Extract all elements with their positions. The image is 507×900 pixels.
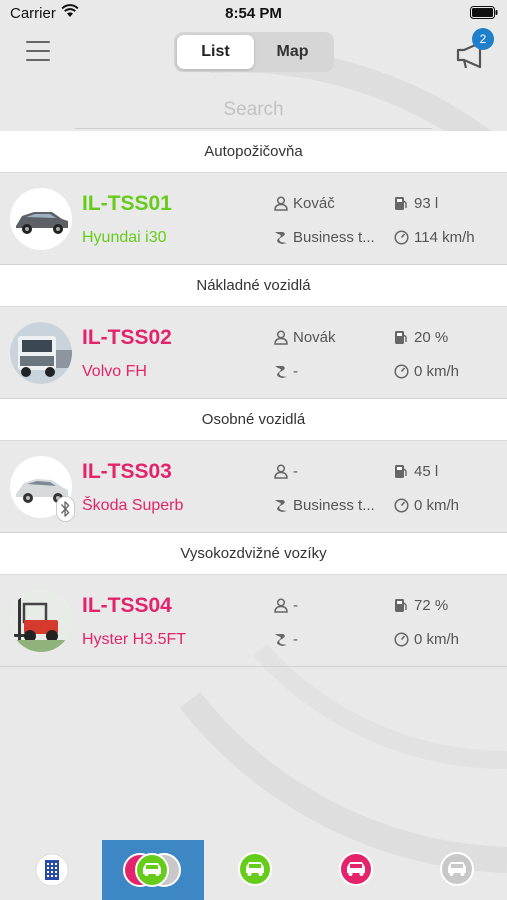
bluetooth-icon bbox=[56, 496, 75, 522]
road-icon bbox=[275, 366, 287, 378]
fuel-level: 45 l bbox=[414, 463, 439, 480]
status-bar: Carrier 8:54 PM bbox=[0, 0, 507, 28]
vehicle-model: Hyster H3.5FT bbox=[82, 631, 187, 648]
segment-list[interactable]: List bbox=[177, 35, 254, 69]
tab-all-vehicles[interactable] bbox=[102, 840, 204, 900]
hamburger-menu-icon[interactable] bbox=[26, 41, 50, 63]
fuel-info: 72 % bbox=[394, 597, 448, 614]
speedometer-icon bbox=[394, 632, 409, 647]
all-cars-icon bbox=[123, 853, 181, 887]
fuel-level: 93 l bbox=[414, 195, 439, 212]
building-icon bbox=[35, 853, 69, 887]
trip-type: - bbox=[293, 631, 298, 648]
speed-value: 114 km/h bbox=[414, 229, 475, 246]
notification-badge: 2 bbox=[472, 28, 494, 50]
person-icon bbox=[274, 598, 288, 613]
tab-pink-vehicles[interactable] bbox=[305, 840, 407, 900]
navigation-bar: List Map 2 bbox=[0, 28, 507, 78]
speed-value: 0 km/h bbox=[414, 363, 460, 380]
speed-info: 0 km/h bbox=[394, 631, 459, 648]
speed-info: 0 km/h bbox=[394, 497, 459, 514]
green-car-icon bbox=[238, 852, 272, 886]
vehicle-plate: IL-TSS02 bbox=[82, 326, 172, 349]
vehicle-model: Škoda Superb bbox=[82, 497, 184, 514]
speed-value: 0 km/h bbox=[414, 631, 460, 648]
vehicle-row-il-tss01[interactable]: IL-TSS01 Hyundai i30 Kováč Business t...… bbox=[0, 173, 507, 265]
speedometer-icon bbox=[394, 498, 409, 513]
vehicle-row-il-tss02[interactable]: IL-TSS02 Volvo FH Novák - 20 % 0 km/h bbox=[0, 307, 507, 399]
trip-type: Business t... bbox=[293, 497, 375, 514]
vehicle-plate: IL-TSS04 bbox=[82, 594, 172, 617]
search-input[interactable] bbox=[75, 91, 432, 129]
sedan-car-photo bbox=[10, 188, 72, 250]
section-header: Autopožičovňa bbox=[0, 131, 507, 173]
speedometer-icon bbox=[394, 230, 409, 245]
tab-buildings[interactable] bbox=[0, 840, 102, 900]
battery-icon bbox=[470, 6, 498, 19]
person-icon bbox=[274, 196, 288, 211]
driver-name: Novák bbox=[293, 329, 336, 346]
driver-name: - bbox=[293, 597, 298, 614]
pink-car-icon bbox=[339, 852, 373, 886]
fuel-level: 72 % bbox=[414, 597, 449, 614]
driver-info: Kováč bbox=[274, 195, 335, 212]
trip-type: - bbox=[293, 363, 298, 380]
trip-info: Business t... bbox=[274, 229, 375, 246]
section-header: Osobné vozidlá bbox=[0, 399, 507, 441]
person-icon bbox=[274, 330, 288, 345]
forklift-photo bbox=[10, 590, 72, 652]
speed-info: 114 km/h bbox=[394, 229, 475, 246]
driver-info: - bbox=[274, 597, 298, 614]
vehicle-list: Autopožičovňa IL-TSS01 Hyundai i30 Kováč… bbox=[0, 131, 507, 667]
vehicle-model: Volvo FH bbox=[82, 363, 147, 380]
driver-name: - bbox=[293, 463, 298, 480]
trip-info: - bbox=[274, 631, 298, 648]
tab-gray-vehicles[interactable] bbox=[406, 840, 507, 900]
speedometer-icon bbox=[394, 364, 409, 379]
fuel-info: 45 l bbox=[394, 463, 438, 480]
tab-bar bbox=[0, 840, 507, 900]
speed-value: 0 km/h bbox=[414, 497, 460, 514]
clock: 8:54 PM bbox=[225, 5, 282, 22]
segment-map[interactable]: Map bbox=[254, 35, 331, 69]
driver-name: Kováč bbox=[293, 195, 335, 212]
trip-info: Business t... bbox=[274, 497, 375, 514]
vehicle-plate: IL-TSS03 bbox=[82, 460, 172, 483]
fuel-level: 20 % bbox=[414, 329, 449, 346]
view-segmented-control[interactable]: List Map bbox=[174, 32, 334, 72]
fuel-pump-icon bbox=[395, 331, 407, 344]
driver-info: - bbox=[274, 463, 298, 480]
trip-info: - bbox=[274, 363, 298, 380]
gray-car-icon bbox=[440, 852, 474, 886]
road-icon bbox=[275, 232, 287, 244]
tab-green-vehicles[interactable] bbox=[204, 840, 306, 900]
vehicle-plate: IL-TSS01 bbox=[82, 192, 172, 215]
road-icon bbox=[275, 500, 287, 512]
fuel-pump-icon bbox=[395, 465, 407, 478]
speed-info: 0 km/h bbox=[394, 363, 459, 380]
road-icon bbox=[275, 634, 287, 646]
trip-type: Business t... bbox=[293, 229, 375, 246]
person-icon bbox=[274, 464, 288, 479]
truck-photo bbox=[10, 322, 72, 384]
section-header: Vysokozdvižné vozíky bbox=[0, 533, 507, 575]
section-header: Nákladné vozidlá bbox=[0, 265, 507, 307]
fuel-info: 20 % bbox=[394, 329, 448, 346]
fuel-pump-icon bbox=[395, 197, 407, 210]
fuel-pump-icon bbox=[395, 599, 407, 612]
vehicle-model: Hyundai i30 bbox=[82, 229, 167, 246]
driver-info: Novák bbox=[274, 329, 336, 346]
vehicle-row-il-tss03[interactable]: IL-TSS03 Škoda Superb - Business t... 45… bbox=[0, 441, 507, 533]
fuel-info: 93 l bbox=[394, 195, 438, 212]
vehicle-row-il-tss04[interactable]: IL-TSS04 Hyster H3.5FT - - 72 % 0 km/h bbox=[0, 575, 507, 667]
